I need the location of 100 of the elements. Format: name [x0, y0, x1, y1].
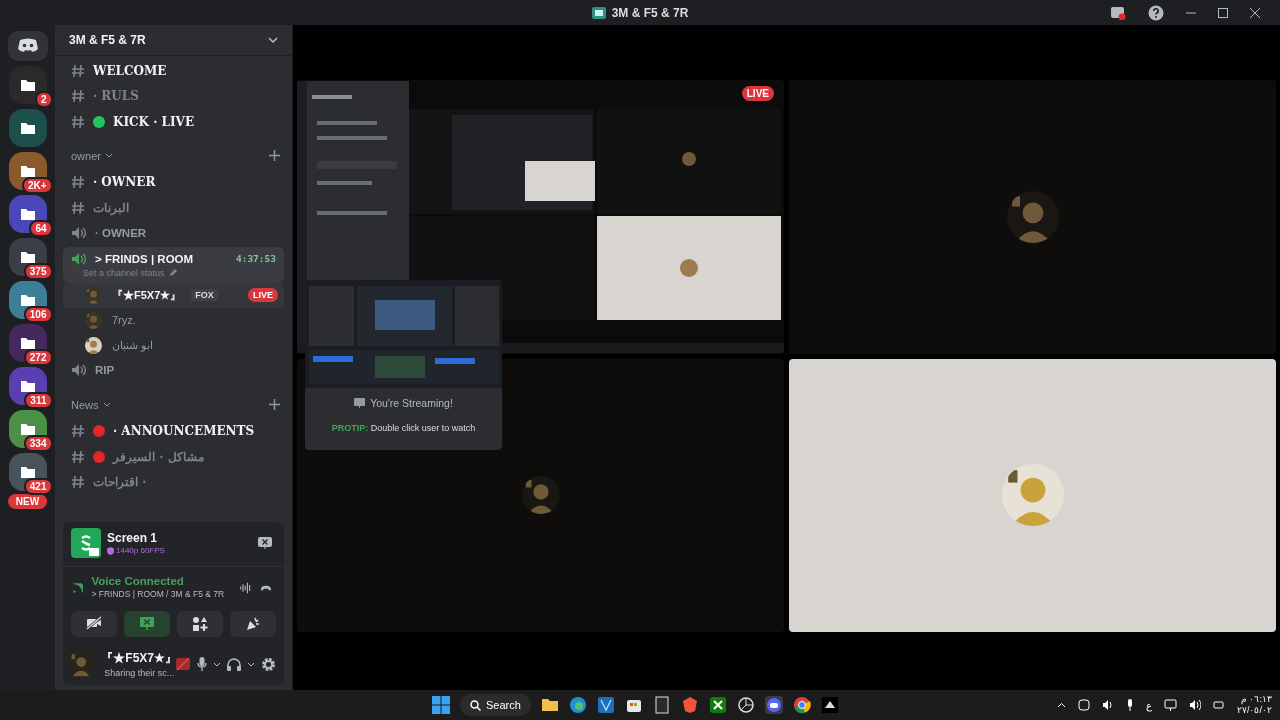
server-icon[interactable] [8, 367, 47, 405]
stream-off-icon[interactable] [175, 657, 191, 671]
voice-status: Voice Connected [91, 575, 185, 587]
channel-item[interactable]: · ANNOUNCEMENTS [63, 418, 284, 444]
hang-up-icon[interactable] [260, 584, 272, 592]
channel-name: مشاكل · السيرفر [113, 449, 204, 464]
screen-share-button[interactable] [124, 611, 170, 637]
server-icon[interactable] [8, 453, 47, 491]
settings-icon[interactable] [261, 656, 276, 672]
category-label[interactable]: News [71, 398, 99, 411]
chevron-down-icon[interactable] [268, 37, 278, 43]
server-icon[interactable] [8, 324, 47, 362]
channel-name: · ANNOUNCEMENTS [113, 424, 255, 439]
hash-icon [71, 175, 85, 190]
plus-icon[interactable] [269, 150, 280, 161]
server-icon[interactable] [8, 195, 47, 233]
close-icon[interactable] [1250, 7, 1260, 18]
channel-name: RIP [95, 363, 115, 376]
headphones-icon[interactable] [227, 657, 241, 671]
language-indicator[interactable]: ع [1146, 699, 1152, 711]
volume-icon[interactable] [1189, 699, 1201, 711]
microphone-icon[interactable] [197, 657, 207, 671]
hash-icon [71, 114, 85, 129]
start-icon[interactable] [432, 696, 450, 714]
pencil-icon[interactable] [168, 268, 177, 277]
voice-member[interactable]: 『★F5X7★』 FOX LIVE [63, 282, 284, 308]
noise-suppression-icon[interactable] [240, 581, 253, 595]
channel-name: البرنات [93, 200, 129, 215]
channel-name: · RULS [93, 89, 139, 104]
stream-quality: 1440p 60FPS [116, 546, 165, 555]
chevron-up-icon[interactable] [1057, 702, 1066, 708]
chevron-down-icon [104, 153, 113, 158]
voice-channel-item[interactable]: > FRINDS | ROOM 4:37:53 Set a channel status [63, 246, 284, 283]
count-badge: 64 [29, 220, 53, 237]
count-badge: 106 [23, 306, 53, 323]
voice-channel-path[interactable]: > FRINDS | ROOM / 3M & F5 & 7R [91, 588, 225, 601]
count-badge: 311 [24, 392, 53, 409]
channel-item[interactable]: · OWNER [63, 169, 284, 195]
browser-icon[interactable] [568, 696, 587, 714]
screen-share-icon [71, 528, 101, 558]
search-icon [470, 699, 481, 711]
folder-icon [20, 79, 35, 91]
server-icon[interactable] [8, 152, 47, 190]
server-icon[interactable] [8, 238, 47, 276]
stop-stream-icon[interactable] [258, 537, 272, 549]
clock-date[interactable]: ٢٧/٠٥/٠٢ [1237, 705, 1272, 716]
chevron-down-icon[interactable] [247, 661, 255, 667]
channel-name: اقتراحات · [93, 475, 147, 490]
category-label[interactable]: owner [71, 149, 101, 162]
user-tile[interactable] [789, 80, 1276, 354]
soundboard-icon [245, 616, 261, 632]
camera-off-button[interactable] [71, 611, 117, 637]
server-icon[interactable] [8, 410, 47, 448]
hash-icon [71, 449, 85, 464]
call-timer: 4:37:53 [235, 253, 276, 264]
user-tile[interactable] [789, 358, 1276, 632]
folder-icon [20, 380, 35, 392]
speaker-icon [71, 362, 87, 377]
microphone-icon[interactable] [1126, 699, 1134, 711]
screen-icon [354, 398, 366, 408]
search-button[interactable]: Search [460, 694, 531, 716]
folder-icon[interactable] [540, 696, 559, 714]
maximize-icon[interactable] [1218, 7, 1228, 18]
channel-item[interactable]: البرنات [63, 195, 284, 221]
voice-member[interactable]: 7ryz. [63, 307, 284, 333]
discord-logo-icon[interactable] [7, 31, 48, 61]
voice-channel-item[interactable]: RIP [63, 357, 284, 384]
clock-time[interactable]: ٠٦:١٣ م [1240, 694, 1272, 705]
new-badge: NEW [7, 494, 48, 509]
channel-name: · OWNER [95, 226, 147, 239]
server-icon[interactable] [8, 109, 47, 147]
network-icon[interactable] [1164, 699, 1177, 711]
speaker-icon[interactable] [1102, 699, 1114, 711]
voice-channel-item[interactable]: · OWNER [63, 220, 284, 247]
channel-item[interactable]: اقتراحات · [63, 469, 284, 495]
voice-member[interactable]: ابو شنبان [63, 332, 284, 358]
activities-button[interactable] [177, 611, 223, 637]
game-launcher-icon[interactable] [652, 696, 671, 714]
member-name: 『★F5X7★』 [112, 287, 182, 303]
window-title: 3M & F5 & 7R [611, 5, 689, 20]
user-status: Sharing their sc... [104, 668, 175, 678]
screen-record-icon[interactable] [1110, 5, 1126, 20]
plus-icon[interactable] [269, 399, 280, 410]
channel-item[interactable]: KICK · LIVE [63, 109, 284, 135]
chevron-down-icon[interactable] [213, 661, 221, 667]
clan-tag: FOX [191, 289, 218, 301]
channel-item[interactable]: مشاكل · السيرفر [63, 444, 284, 470]
server-name[interactable]: 3M & F5 & 7R [69, 33, 146, 47]
help-icon[interactable] [1148, 4, 1164, 21]
channel-item[interactable]: · RULS [63, 83, 284, 109]
server-icon[interactable] [8, 66, 47, 104]
server-icon [591, 6, 606, 19]
app-icon[interactable] [596, 696, 615, 714]
server-icon[interactable] [8, 281, 47, 319]
channel-name: WELCOME [93, 63, 167, 78]
channel-item[interactable]: WELCOME [63, 58, 284, 84]
soundboard-button[interactable] [230, 611, 276, 637]
speaker-icon [71, 251, 87, 266]
member-name: 7ryz. [112, 314, 136, 326]
battery-icon[interactable] [1213, 699, 1225, 711]
